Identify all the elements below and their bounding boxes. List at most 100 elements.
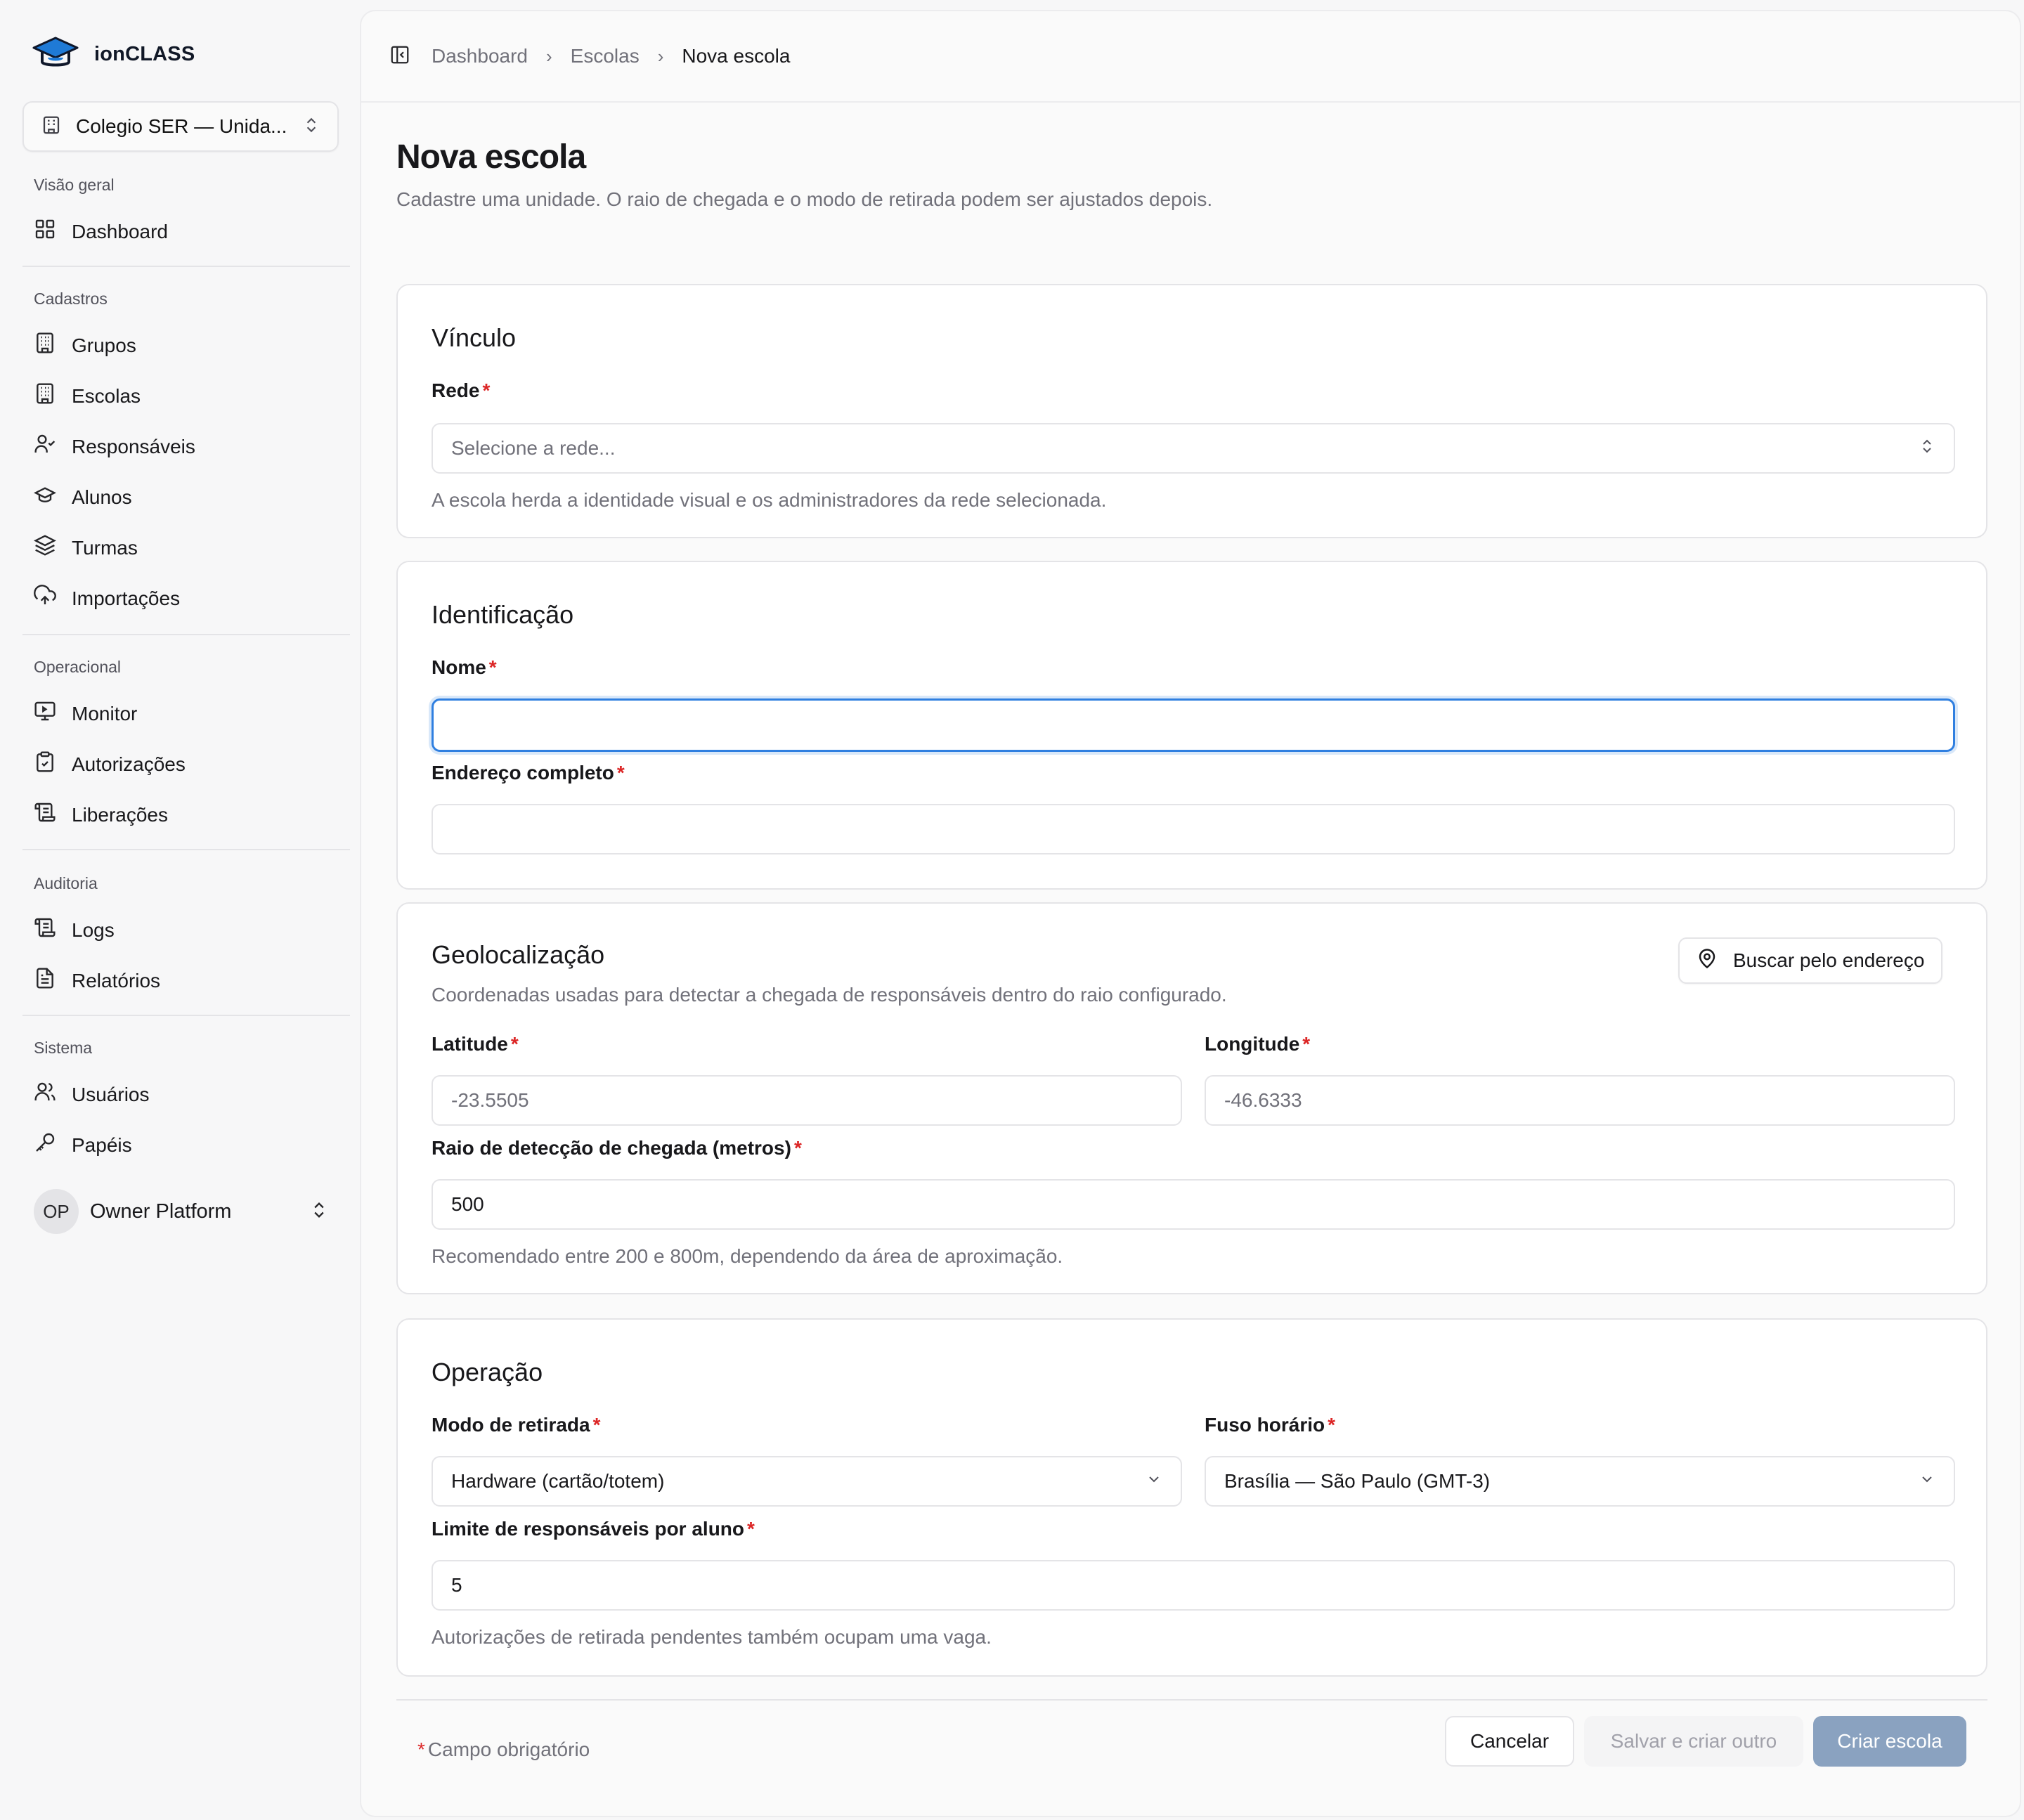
sidebar-item-label: Dashboard [72, 220, 168, 242]
sidebar-item-label: Usuários [72, 1083, 150, 1105]
latitude-input[interactable]: -23.5505 [432, 1075, 1182, 1126]
create-school-button[interactable]: Criar escola [1813, 1716, 1966, 1767]
divider [22, 266, 350, 267]
topbar: Dashboard › Escolas › Nova escola [361, 11, 2020, 103]
chevron-down-icon [1919, 1470, 1935, 1493]
breadcrumb-escolas[interactable]: Escolas [571, 45, 640, 67]
sidebar-item-label: Importações [72, 587, 181, 609]
save-and-create-another-button[interactable]: Salvar e criar outro [1584, 1716, 1803, 1767]
sidebar-item-label: Papéis [72, 1133, 132, 1156]
sidebar-item-label: Autorizações [72, 753, 186, 775]
sidebar-item-usuarios[interactable]: Usuários [34, 1081, 149, 1108]
sidebar-item-responsaveis[interactable]: Responsáveis [34, 433, 195, 460]
sidebar-item-relatorios[interactable]: Relatórios [34, 967, 160, 994]
card-title: Operação [432, 1358, 543, 1386]
limite-label: Limite de responsáveis por aluno * [432, 1518, 755, 1540]
tenant-label: Colegio SER — Unida... [76, 115, 287, 137]
sidebar-item-label: Grupos [72, 334, 136, 356]
divider [22, 634, 350, 635]
card-geolocalizacao: Geolocalização Coordenadas usadas para d… [396, 902, 1987, 1294]
card-operacao: Operação Modo de retirada * Hardware (car… [396, 1318, 1987, 1677]
tenant-switcher[interactable]: Colegio SER — Unida... [22, 101, 339, 152]
sidebar-item-monitor[interactable]: Monitor [34, 700, 137, 727]
longitude-input[interactable]: -46.6333 [1205, 1075, 1955, 1126]
sidebar-item-label: Escolas [72, 384, 141, 407]
user-name: Owner Platform [90, 1200, 232, 1223]
nav-section-operacional: Operacional [34, 658, 122, 676]
building-icon [34, 332, 56, 359]
sidebar-item-importacoes[interactable]: Importações [34, 585, 180, 612]
clipboard-check-icon [34, 750, 56, 778]
modo-retirada-select[interactable]: Hardware (cartão/totem) [432, 1456, 1182, 1507]
chevron-down-icon [1146, 1470, 1162, 1493]
nav-section-auditoria: Auditoria [34, 874, 98, 892]
scroll-icon [34, 916, 56, 944]
rede-label: Rede * [432, 379, 491, 401]
endereco-label: Endereço completo * [432, 762, 625, 784]
brand[interactable]: ionCLASS [32, 35, 195, 74]
sidebar-item-liberacoes[interactable]: Liberações [34, 801, 168, 828]
required-note: * Campo obrigatório [417, 1738, 590, 1760]
nav-section-sistema: Sistema [34, 1039, 93, 1057]
sidebar-item-label: Monitor [72, 702, 138, 724]
card-vinculo: Vínculo Rede * Selecione a rede... A esco… [396, 284, 1987, 538]
monitor-icon [34, 700, 56, 727]
sidebar-item-papeis[interactable]: Papéis [34, 1131, 132, 1159]
nav-section-cadastros: Cadastros [34, 290, 108, 308]
endereco-input[interactable] [432, 804, 1955, 854]
cloud-upload-icon [34, 585, 56, 612]
grid-icon [34, 218, 56, 245]
sidebar-item-label: Turmas [72, 536, 138, 559]
brand-name: ionCLASS [94, 43, 195, 65]
rede-help: A escola herda a identidade visual e os … [432, 489, 1107, 511]
key-icon [34, 1131, 56, 1159]
limite-help: Autorizações de retirada pendentes també… [432, 1626, 992, 1648]
sidebar-item-label: Logs [72, 918, 115, 941]
card-title: Identificação [432, 600, 574, 629]
sidebar: ionCLASS Colegio SER — Unida... Visão ge… [0, 0, 358, 1820]
file-text-icon [34, 967, 56, 994]
users-icon [34, 1081, 56, 1108]
geo-subtitle: Coordenadas usadas para detectar a chega… [432, 984, 1227, 1006]
fuso-horario-label: Fuso horário * [1205, 1414, 1336, 1436]
chevron-right-icon: › [545, 45, 552, 67]
main-panel: Dashboard › Escolas › Nova escola Nova e… [360, 10, 2021, 1817]
fuso-horario-select[interactable]: Brasília — São Paulo (GMT-3) [1205, 1456, 1955, 1507]
breadcrumb-dashboard[interactable]: Dashboard [432, 45, 528, 67]
graduation-cap-icon [33, 483, 57, 511]
sidebar-item-logs[interactable]: Logs [34, 916, 115, 944]
sidebar-item-alunos[interactable]: Alunos [33, 483, 132, 511]
nav-section-visao-geral: Visão geral [34, 176, 115, 194]
raio-help: Recomendado entre 200 e 800m, dependendo… [432, 1245, 1063, 1267]
divider [22, 1015, 350, 1016]
sidebar-item-label: Liberações [72, 803, 168, 826]
user-check-icon [34, 433, 56, 460]
modo-retirada-label: Modo de retirada * [432, 1414, 601, 1436]
sidebar-item-autorizacoes[interactable]: Autorizações [34, 750, 186, 778]
page-subtitle: Cadastre uma unidade. O raio de chegada … [396, 188, 1213, 210]
latitude-label: Latitude * [432, 1033, 519, 1055]
longitude-label: Longitude * [1205, 1033, 1311, 1055]
building-icon [34, 382, 56, 410]
map-pin-icon [1697, 948, 1718, 974]
limite-input[interactable]: 5 [432, 1560, 1955, 1611]
divider [396, 1699, 1987, 1701]
chevrons-up-down-icon [309, 1200, 329, 1223]
rede-select[interactable]: Selecione a rede... [432, 423, 1955, 474]
avatar: OP [34, 1189, 79, 1234]
sidebar-item-grupos[interactable]: Grupos [34, 332, 136, 359]
raio-label: Raio de detecção de chegada (metros) * [432, 1137, 802, 1159]
page-title: Nova escola [396, 138, 586, 176]
nome-input[interactable] [432, 698, 1955, 752]
raio-input[interactable]: 500 [432, 1179, 1955, 1230]
user-menu[interactable]: OP Owner Platform [34, 1189, 329, 1234]
scroll-icon [34, 801, 56, 828]
chevron-right-icon: › [657, 45, 664, 67]
sidebar-item-turmas[interactable]: Turmas [33, 534, 138, 561]
sidebar-item-dashboard[interactable]: Dashboard [34, 218, 168, 245]
sidebar-item-escolas[interactable]: Escolas [34, 382, 141, 410]
sidebar-toggle-icon[interactable] [389, 44, 410, 69]
nome-label: Nome * [432, 656, 497, 678]
cancel-button[interactable]: Cancelar [1445, 1716, 1574, 1767]
search-address-button[interactable]: Buscar pelo endereço [1678, 937, 1943, 984]
